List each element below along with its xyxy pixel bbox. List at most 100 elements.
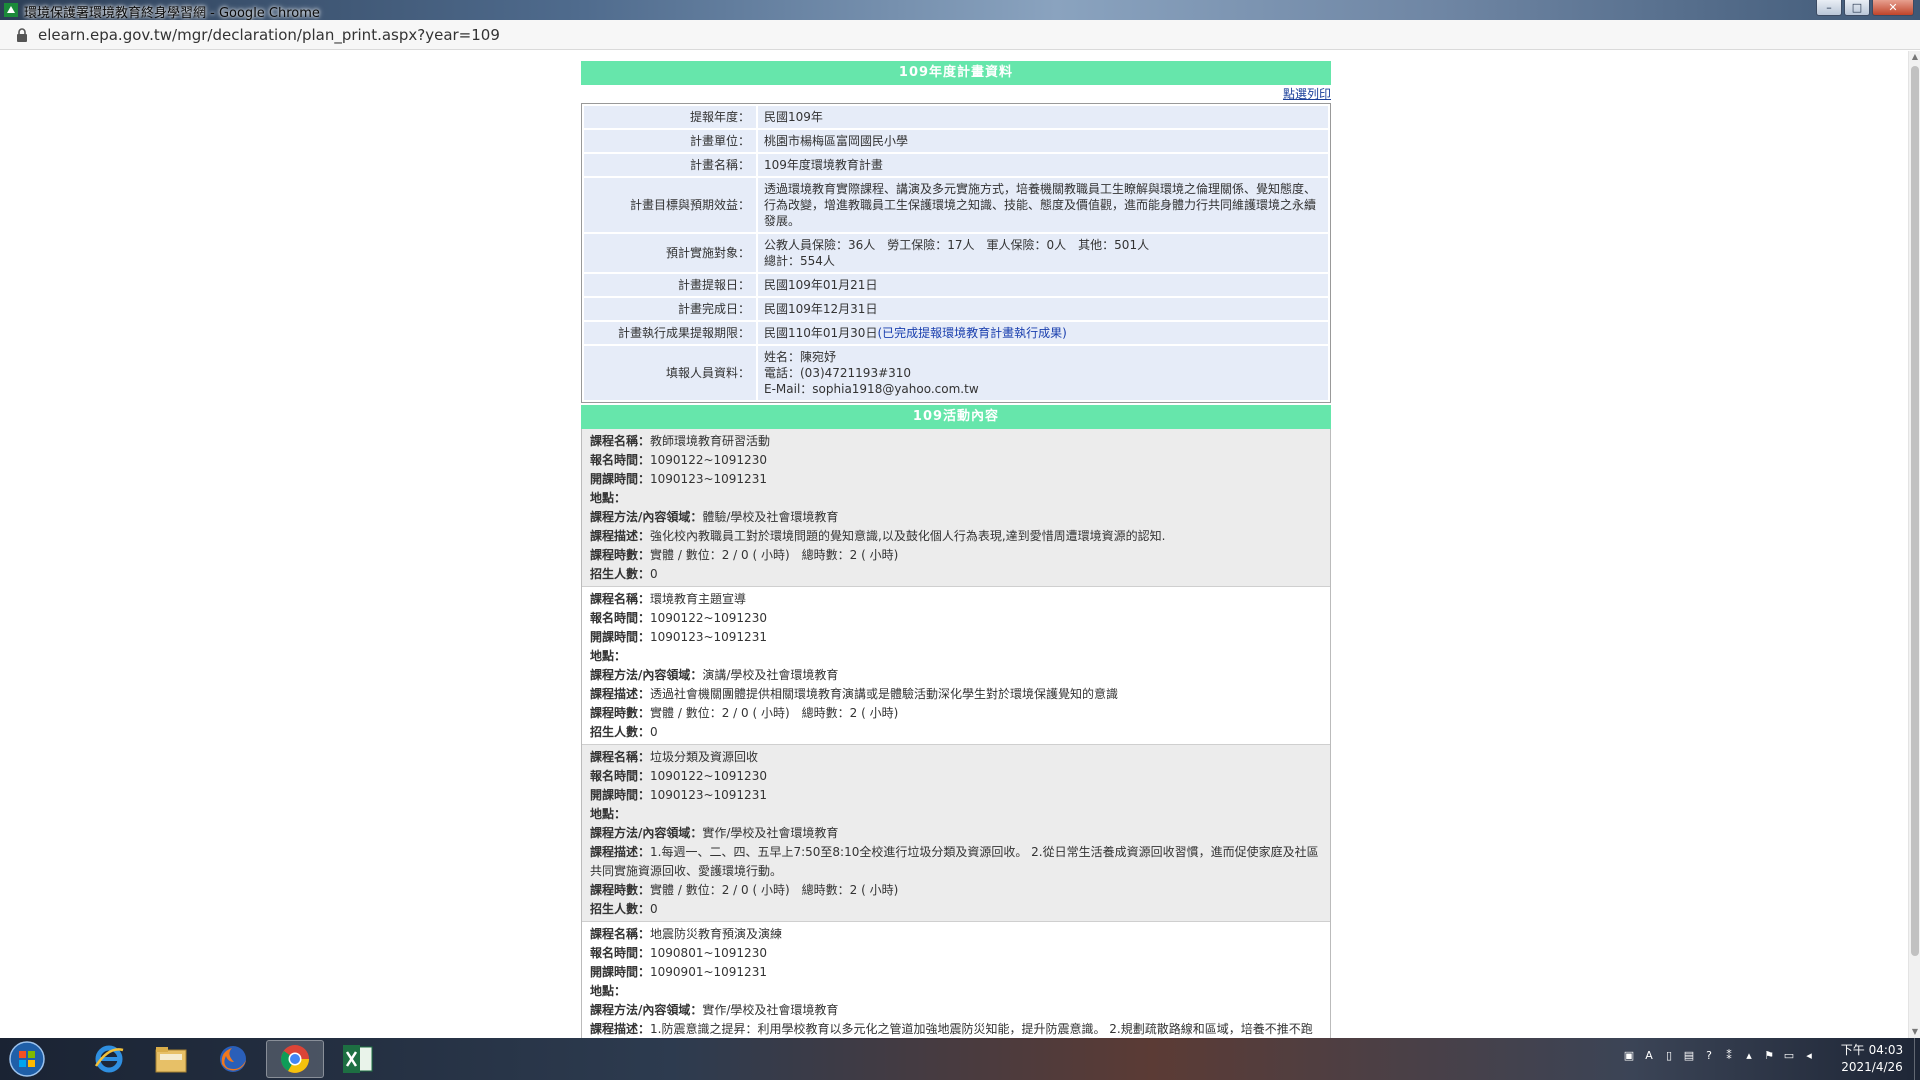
activity-name: 垃圾分類及資源回收 [650,750,759,764]
field-label: 課程描述： [590,529,651,543]
info-value: 民國109年 [758,106,1328,128]
print-link[interactable]: 點選列印 [1283,87,1331,101]
print-row: 點選列印 [581,85,1331,103]
activity-open: 1090901~1091231 [650,965,767,979]
maximize-button[interactable]: □ [1844,0,1870,16]
activity-name-line: 課程名稱：垃圾分類及資源回收 [590,748,1322,767]
activities-section-header: 109活動內容 [581,405,1331,429]
info-value: 公教人員保險：36人 勞工保險：17人 軍人保險：0人 其他：501人 總計：5… [758,234,1328,272]
activity-enroll-line: 招生人數：0 [590,565,1322,584]
activity-signup-line: 報名時間：1090122~1091230 [590,609,1322,628]
info-value: 民國110年01月30日(已完成提報環境教育計畫執行成果) [758,322,1328,344]
field-label: 課程方法/內容領域： [590,510,703,524]
info-row-submit-date: 計畫提報日： 民國109年01月21日 [584,274,1328,296]
activity-method-line: 課程方法/內容領域：實作/學校及社會環境教育 [590,1001,1322,1020]
field-label: 課程描述： [590,687,651,701]
activity-open: 1090123~1091231 [650,630,767,644]
taskbar-chrome[interactable] [266,1040,324,1078]
field-label: 課程方法/內容領域： [590,1003,703,1017]
field-label: 地點： [590,649,627,663]
info-value: 透過環境教育實際課程、講演及多元實施方式，培養機關教職員工生瞭解與環境之倫理關係… [758,178,1328,232]
window-title: 環境保護署環境教育終身學習網 - Google Chrome [24,6,320,21]
info-label: 計畫單位： [584,130,756,152]
tray-volume-icon[interactable]: ◂ [1802,1049,1816,1063]
info-value: 姓名：陳宛妤 電話：(03)4721193#310 E-Mail：sophia1… [758,346,1328,400]
system-tray: ▣ A ▯ ▤ ? ⁑ ▴ ⚑ ▭ ◂ [1622,1049,1816,1063]
plan-section-header: 109年度計畫資料 [581,61,1331,85]
activity-enroll-line: 招生人數：0 [590,723,1322,742]
tray-expand-icon[interactable]: ▴ [1742,1049,1756,1063]
activity-item: 課程名稱：教師環境教育研習活動 報名時間：1090122~1091230 開課時… [582,429,1330,587]
activity-name-line: 課程名稱：教師環境教育研習活動 [590,432,1322,451]
deadline-date: 民國110年01月30日 [764,326,878,340]
activity-open-line: 開課時間：1090901~1091231 [590,963,1322,982]
plan-print-page: 109年度計畫資料 點選列印 提報年度： 民國109年 計畫單位： 桃園市楊梅區… [581,61,1331,1038]
field-label: 課程名稱： [590,434,651,448]
tray-usb-icon[interactable]: ⁑ [1722,1049,1736,1063]
field-label: 開課時間： [590,965,651,979]
window-controls: – □ ✕ [1816,0,1914,18]
windows-start-icon[interactable] [6,1039,48,1079]
activity-signup-line: 報名時間：1090122~1091230 [590,767,1322,786]
vertical-scrollbar[interactable]: ▲ ▼ [1908,51,1920,1038]
scroll-thumb[interactable] [1911,66,1919,956]
activity-desc: 強化校內教職員工對於環境問題的覺知意識,以及鼓化個人行為表現,達到愛惜周遭環境資… [650,529,1166,543]
field-label: 課程時數： [590,883,651,897]
close-button[interactable]: ✕ [1872,0,1914,16]
info-label: 計畫名稱： [584,154,756,176]
field-label: 課程描述： [590,1022,651,1036]
activity-signup: 1090801~1091230 [650,946,767,960]
scroll-up-icon[interactable]: ▲ [1911,53,1919,61]
field-label: 招生人數： [590,902,651,916]
activity-list: 課程名稱：教師環境教育研習活動 報名時間：1090122~1091230 開課時… [581,429,1331,1038]
activity-open: 1090123~1091231 [650,788,767,802]
tray-app-icon[interactable]: ▣ [1622,1049,1636,1063]
tray-font-icon[interactable]: A [1642,1049,1656,1063]
windows-taskbar: ▣ A ▯ ▤ ? ⁑ ▴ ⚑ ▭ ◂ 下午 04:03 2021/4/26 [0,1038,1920,1080]
activity-desc: 1.每週一、二、四、五早上7:50至8:10全校進行垃圾分類及資源回收。 2.從… [590,845,1319,878]
taskbar-clock[interactable]: 下午 04:03 2021/4/26 [1830,1042,1914,1076]
field-label: 課程名稱： [590,927,651,941]
site-favicon-icon [4,3,18,17]
info-value: 民國109年01月21日 [758,274,1328,296]
tray-help-icon[interactable]: ? [1702,1049,1716,1063]
info-row-plan-name: 計畫名稱： 109年度環境教育計畫 [584,154,1328,176]
field-label: 招生人數： [590,725,651,739]
taskbar-excel[interactable] [328,1040,386,1078]
activity-hours: 實體 / 數位：2 / 0 ( 小時) 總時數：2 ( 小時) [650,883,899,897]
window-title-bar: 環境保護署環境教育終身學習網 - Google Chrome – □ ✕ [0,0,1920,21]
activity-enroll: 0 [650,725,658,739]
activity-place-line: 地點： [590,982,1322,1001]
folder-icon [155,1047,187,1073]
info-label: 預計實施對象： [584,234,756,272]
results-submitted-link[interactable]: (已完成提報環境教育計畫執行成果) [877,326,1066,340]
activity-method: 實作/學校及社會環境教育 [702,1003,839,1017]
tray-flag-icon[interactable]: ⚑ [1762,1049,1776,1063]
scroll-down-icon[interactable]: ▼ [1911,1028,1919,1036]
url-text[interactable]: elearn.epa.gov.tw/mgr/declaration/plan_p… [38,26,500,44]
show-desktop-button[interactable] [1914,1038,1920,1080]
tray-keyboard-icon[interactable]: ▤ [1682,1049,1696,1063]
info-label: 計畫提報日： [584,274,756,296]
activity-method-line: 課程方法/內容領域：實作/學校及社會環境教育 [590,824,1322,843]
plan-info-table: 提報年度： 民國109年 計畫單位： 桃園市楊梅區富岡國民小學 計畫名稱： 10… [581,103,1331,403]
taskbar-ie[interactable] [80,1040,138,1078]
activity-desc-line: 課程描述：強化校內教職員工對於環境問題的覺知意識,以及鼓化個人行為表現,達到愛惜… [590,527,1322,546]
tray-network-icon[interactable]: ▭ [1782,1049,1796,1063]
taskbar-firefox[interactable] [204,1040,262,1078]
tray-window-icon[interactable]: ▯ [1662,1049,1676,1063]
activity-desc: 1.防震意識之提昇：利用學校教育以多元化之管道加強地震防災知能，提升防震意識。 … [650,1022,1313,1036]
internet-explorer-icon [94,1045,124,1073]
minimize-button[interactable]: – [1816,0,1842,16]
clock-time: 下午 04:03 [1840,1043,1904,1057]
info-value: 109年度環境教育計畫 [758,154,1328,176]
activity-name-line: 課程名稱：環境教育主題宣導 [590,590,1322,609]
taskbar-explorer[interactable] [142,1040,200,1078]
activity-open-line: 開課時間：1090123~1091231 [590,470,1322,489]
activity-method: 體驗/學校及社會環境教育 [702,510,839,524]
activity-desc-line: 課程描述：透過社會機關團體提供相關環境教育演講或是體驗活動深化學生對於環境保護覺… [590,685,1322,704]
activity-item: 課程名稱：地震防災教育預演及演練 報名時間：1090801~1091230 開課… [582,922,1330,1038]
address-bar[interactable]: elearn.epa.gov.tw/mgr/declaration/plan_p… [0,20,1920,50]
clock-date: 2021/4/26 [1841,1060,1903,1074]
field-label: 報名時間： [590,453,651,467]
